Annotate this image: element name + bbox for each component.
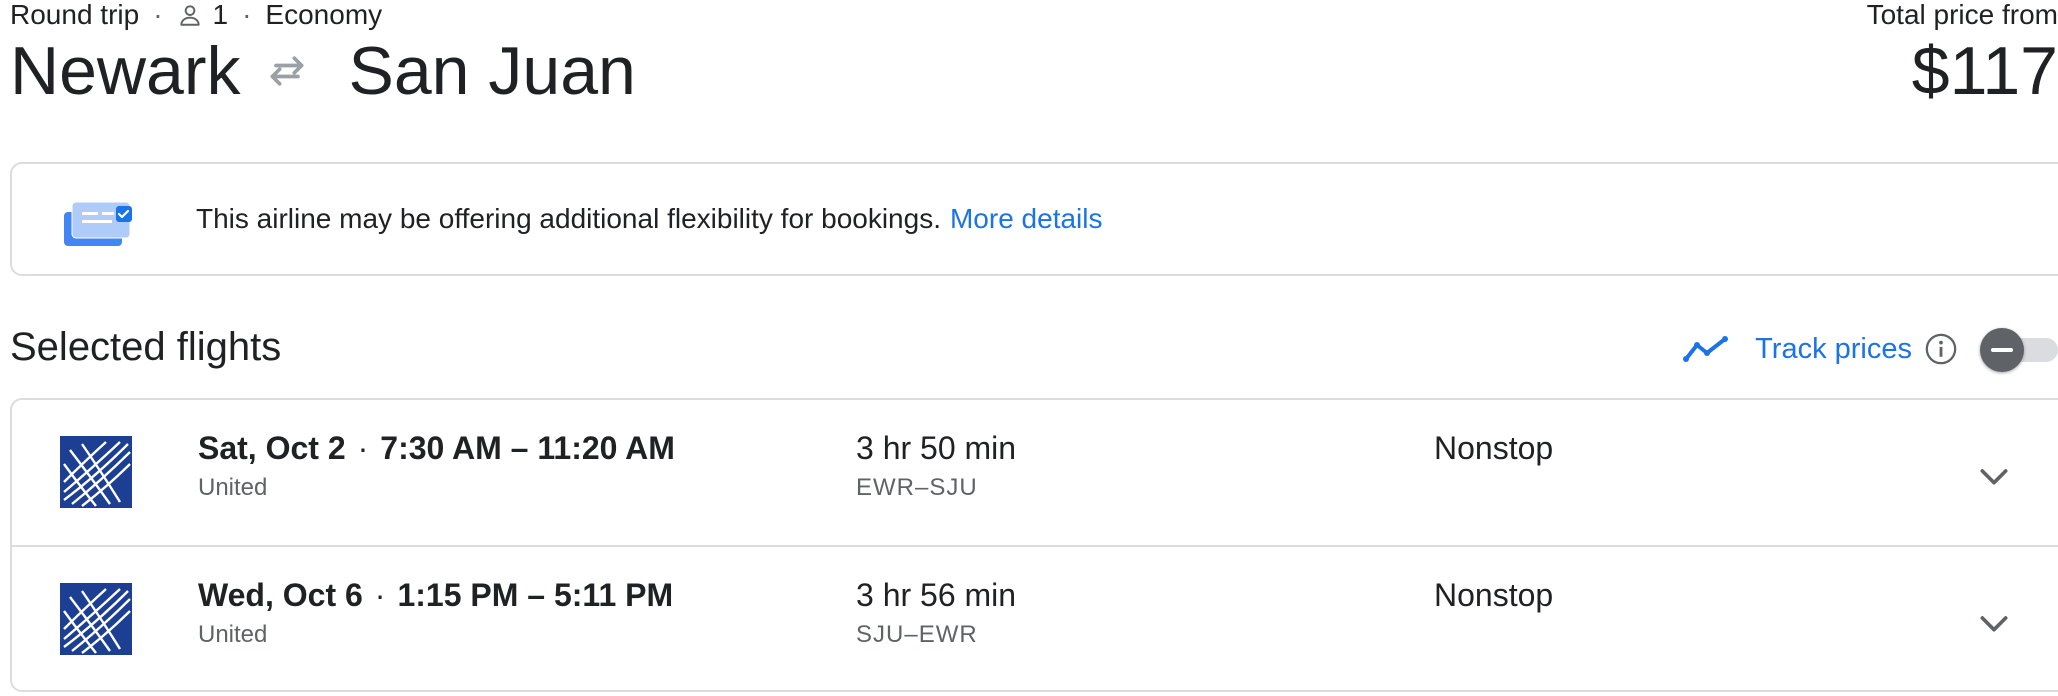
track-prices-control: Track prices xyxy=(1683,322,2058,376)
price-label: Total price from xyxy=(1866,0,2058,30)
selected-flights-list: Sat, Oct 2 · 7:30 AM – 11:20 AM United 3 h… xyxy=(10,398,2058,692)
chevron-down-icon[interactable] xyxy=(1974,603,2014,643)
flight-schedule: Sat, Oct 2 · 7:30 AM – 11:20 AM xyxy=(198,430,675,467)
flight-duration: 3 hr 56 min xyxy=(856,577,1017,613)
airline-name: United xyxy=(198,474,268,501)
flight-schedule: Wed, Oct 6 · 1:15 PM – 5:11 PM xyxy=(198,577,673,614)
flight-route: SJU–EWR xyxy=(856,621,978,648)
separator-dot: · xyxy=(374,577,386,613)
swap-arrows-icon xyxy=(270,56,303,86)
flight-stops: Nonstop xyxy=(1434,577,1554,613)
flight-times: 7:30 AM – 11:20 AM xyxy=(380,430,675,466)
banner-text: This airline may be offering additional … xyxy=(196,203,941,234)
separator-dot: · xyxy=(357,430,369,466)
destination-city: San Juan xyxy=(348,33,636,109)
united-globe-logo xyxy=(60,583,132,655)
flight-duration: 3 hr 50 min xyxy=(856,430,1017,466)
flexibility-banner: This airline may be offering additional … xyxy=(10,162,2058,276)
united-globe-logo xyxy=(60,436,132,508)
separator-dot: · xyxy=(153,0,163,30)
separator-dot: · xyxy=(242,0,252,30)
selected-flights-title: Selected flights xyxy=(10,324,282,369)
trip-summary: Round trip · 1 · Economy xyxy=(10,0,382,30)
flight-times: 1:15 PM – 5:11 PM xyxy=(397,577,674,613)
more-details-link[interactable]: More details xyxy=(950,203,1103,235)
flight-row[interactable]: Wed, Oct 6 · 1:15 PM – 5:11 PM United 3 hr… xyxy=(12,545,2058,690)
info-icon[interactable] xyxy=(1924,332,1958,366)
banner-message: This airline may be offering additional … xyxy=(196,164,1103,274)
route-heading: Newark San Juan xyxy=(10,33,636,109)
flight-row[interactable]: Sat, Oct 2 · 7:30 AM – 11:20 AM United 3 h… xyxy=(12,400,2058,545)
chevron-down-icon[interactable] xyxy=(1974,456,2014,496)
trip-type: Round trip xyxy=(10,0,140,30)
track-prices-label[interactable]: Track prices xyxy=(1755,333,1912,366)
flight-date: Wed, Oct 6 xyxy=(198,577,363,613)
toggle-knob xyxy=(1980,328,2024,372)
person-icon xyxy=(179,5,200,26)
ticket-card-check-icon xyxy=(64,201,132,246)
origin-city: Newark xyxy=(10,33,241,109)
flight-date: Sat, Oct 2 xyxy=(198,430,346,466)
total-price: $117 xyxy=(1911,33,2058,109)
flight-stops: Nonstop xyxy=(1434,430,1554,466)
airline-name: United xyxy=(198,621,268,648)
track-prices-toggle[interactable] xyxy=(1980,325,2058,373)
trend-line-icon xyxy=(1683,336,1729,362)
cabin-class: Economy xyxy=(265,0,383,30)
passenger-count: 1 xyxy=(212,0,229,30)
flight-route: EWR–SJU xyxy=(856,474,978,501)
